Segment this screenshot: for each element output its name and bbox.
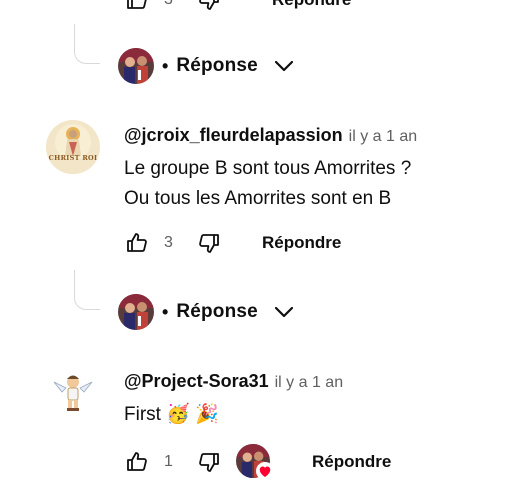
reply-separator-dot: • bbox=[162, 55, 169, 76]
view-replies-toggle[interactable]: • Réponse bbox=[118, 48, 296, 84]
thumb-up-icon bbox=[127, 452, 147, 471]
like-count: 3 bbox=[164, 234, 173, 251]
comment-text-line: Ou tous les Amorrites sont en B bbox=[124, 188, 392, 209]
like-count: 1 bbox=[164, 453, 173, 470]
comment-actions: 3 Répondre bbox=[124, 228, 341, 258]
dislike-button[interactable] bbox=[196, 230, 222, 256]
author-name[interactable]: @jcroix_fleurdelapassion bbox=[124, 125, 343, 146]
heart-icon bbox=[256, 462, 274, 480]
thumb-down-icon bbox=[199, 453, 219, 472]
creator-heart-badge bbox=[236, 444, 274, 480]
avatar-lettering: CHRIST ROI bbox=[48, 154, 98, 162]
thumb-up-icon bbox=[127, 233, 147, 252]
comment-text: Le groupe B sont tous Amorrites ? Ou tou… bbox=[124, 154, 411, 214]
chevron-down-icon bbox=[274, 60, 294, 72]
thumb-down-icon bbox=[199, 0, 219, 10]
reply-button[interactable]: Répondre bbox=[272, 0, 351, 10]
comment-date[interactable]: il y a 1 an bbox=[349, 128, 417, 146]
like-count: 3 bbox=[164, 0, 174, 9]
reply-count-label: Réponse bbox=[176, 55, 258, 76]
author-avatar[interactable]: CHRIST ROI bbox=[46, 120, 100, 174]
replier-avatar bbox=[118, 48, 154, 84]
replier-avatar bbox=[118, 294, 154, 330]
like-button[interactable] bbox=[124, 0, 150, 13]
dislike-button[interactable] bbox=[196, 449, 222, 475]
comment-date[interactable]: il y a 1 an bbox=[275, 374, 343, 392]
reply-button[interactable]: Répondre bbox=[312, 452, 391, 472]
like-button[interactable] bbox=[124, 449, 150, 475]
reply-count-label: Réponse bbox=[176, 301, 258, 322]
top-action-row: 3 Répondre bbox=[124, 0, 351, 15]
reply-button[interactable]: Répondre bbox=[262, 233, 341, 253]
thread-connector bbox=[74, 270, 100, 310]
author-name[interactable]: @Project-Sora31 bbox=[124, 371, 269, 392]
comment-header: @Project-Sora31 il y a 1 an bbox=[124, 371, 343, 392]
thumb-up-icon bbox=[127, 0, 147, 9]
author-avatar[interactable] bbox=[48, 366, 98, 416]
view-replies-toggle[interactable]: • Réponse bbox=[118, 294, 296, 330]
reply-separator-dot: • bbox=[162, 301, 169, 322]
thread-connector bbox=[74, 24, 100, 64]
comment-text: First 🥳 🎉 bbox=[124, 404, 219, 425]
chevron-down-icon bbox=[274, 306, 294, 318]
dislike-button[interactable] bbox=[196, 0, 222, 13]
like-button[interactable] bbox=[124, 230, 150, 256]
comment-actions: 1 Répondre bbox=[124, 444, 391, 480]
comment-header: @jcroix_fleurdelapassion il y a 1 an bbox=[124, 125, 417, 146]
comment-text-line: Le groupe B sont tous Amorrites ? bbox=[124, 158, 412, 179]
thumb-down-icon bbox=[199, 234, 219, 253]
